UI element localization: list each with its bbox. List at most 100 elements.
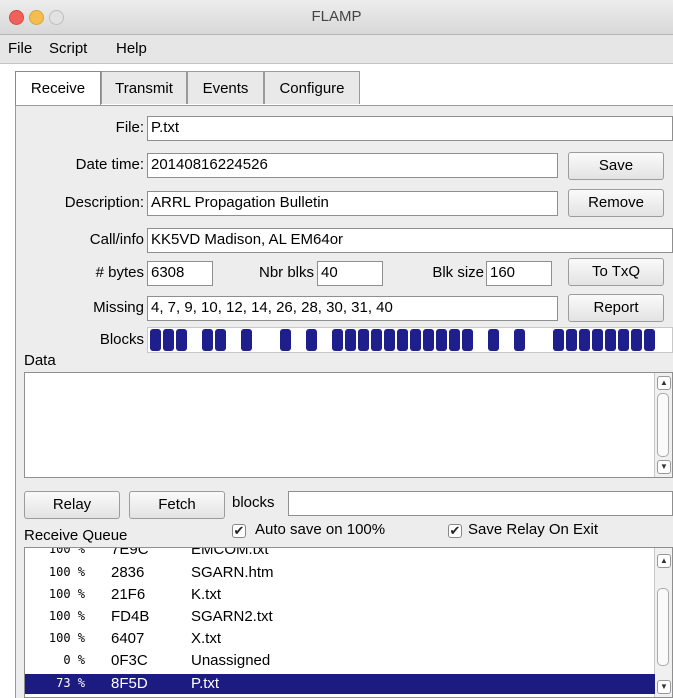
received-block [410,329,421,351]
received-block [436,329,447,351]
file-label: File: [115,119,144,136]
auto-save-checkbox[interactable]: ✔ [232,524,246,538]
received-block [605,329,616,351]
received-block [280,329,291,351]
data-text-area[interactable]: ▲ ▼ [24,372,673,478]
auto-save-label: Auto save on 100% [255,521,386,538]
received-block [397,329,408,351]
data-label: Data [24,352,56,369]
received-block [631,329,642,351]
nbrblks-field[interactable]: 40 [317,261,383,286]
queue-row[interactable]: 100 % 7E9C EMCOM.txt [25,547,655,560]
received-block [449,329,460,351]
tab-configure[interactable]: Configure [264,71,360,104]
scroll-up-icon[interactable]: ▲ [657,376,671,390]
remove-button[interactable]: Remove [568,189,664,217]
blocks-progress-bar [147,327,673,353]
title-bar: FLAMP [0,0,673,35]
missing-field[interactable]: 4, 7, 9, 10, 12, 14, 26, 28, 30, 31, 40 [147,296,558,321]
queue-row-hash: 0F3C [111,652,148,669]
received-block [306,329,317,351]
relay-button[interactable]: Relay [24,491,120,519]
nbrblks-label: Nbr blks [258,264,314,281]
queue-row[interactable]: 100 % 2836 SGARN.htm [25,563,655,583]
fetch-button[interactable]: Fetch [129,491,225,519]
queue-scrollbar[interactable]: ▲ ▼ [654,548,672,697]
queue-scroll-thumb[interactable] [657,588,669,666]
queue-row[interactable]: 0 % 0F3C Unassigned [25,651,655,671]
queue-row-percent: 100 % [48,565,85,579]
queue-row[interactable]: 100 % FD4B SGARN2.txt [25,607,655,627]
received-block [462,329,473,351]
description-field[interactable]: ARRL Propagation Bulletin [147,191,558,216]
blocks-field-label: blocks [232,494,275,511]
queue-row[interactable]: 100 % 6407 X.txt [25,629,655,649]
received-block [384,329,395,351]
save-relay-checkbox[interactable]: ✔ [448,524,462,538]
received-block [423,329,434,351]
received-block [553,329,564,351]
receive-queue-list[interactable]: ▲ ▼ 100 % 7E9C EMCOM.txt 100 % 2836 SGARN.htm… [24,547,673,698]
tab-transmit[interactable]: Transmit [101,71,187,104]
queue-row-hash: FD4B [111,608,150,625]
scroll-down-icon[interactable]: ▼ [657,460,671,474]
received-block [488,329,499,351]
received-block [579,329,590,351]
datetime-field[interactable]: 20140816224526 [147,153,558,178]
file-field[interactable]: P.txt [147,116,673,141]
bytes-label: # bytes [95,264,144,281]
received-block [345,329,356,351]
menu-file[interactable]: File [8,40,32,57]
tab-events[interactable]: Events [187,71,264,104]
window-title: FLAMP [311,8,362,25]
queue-row-percent: 100 % [48,547,85,556]
menu-help[interactable]: Help [116,40,147,57]
queue-row-percent: 100 % [48,587,85,601]
queue-row-filename: K.txt [191,586,222,603]
queue-scroll-down-icon[interactable]: ▼ [657,680,671,694]
blksize-field[interactable]: 160 [486,261,552,286]
flamp-window: FLAMP File Script Help Receive Transmit … [0,0,673,698]
receive-queue-label: Receive Queue [24,527,128,544]
blocks-field[interactable] [288,491,673,516]
callinfo-field[interactable]: KK5VD Madison, AL EM64or [147,228,673,253]
data-scrollbar[interactable]: ▲ ▼ [654,373,672,477]
description-label: Description: [64,194,144,211]
queue-row-hash: 8F5D [111,675,148,692]
to-txq-button[interactable]: To TxQ [568,258,664,286]
queue-row-hash: 7E9C [111,547,149,558]
blocks-label: Blocks [99,331,144,348]
received-block [566,329,577,351]
queue-row-percent: 100 % [48,609,85,623]
queue-row-filename: SGARN.htm [191,564,274,581]
queue-row-filename: X.txt [191,630,222,647]
queue-row-percent: 100 % [48,631,85,645]
received-block [202,329,213,351]
save-button[interactable]: Save [568,152,664,180]
tab-receive[interactable]: Receive [15,71,101,106]
queue-scroll-up-icon[interactable]: ▲ [657,554,671,568]
queue-row[interactable]: 73 % 8F5D P.txt [25,674,655,694]
received-block [332,329,343,351]
received-block [241,329,252,351]
bytes-field[interactable]: 6308 [147,261,213,286]
queue-row-percent: 73 % [56,676,85,690]
received-block [618,329,629,351]
save-relay-label: Save Relay On Exit [468,521,599,538]
queue-row-filename: Unassigned [191,652,271,669]
scroll-thumb[interactable] [657,393,669,457]
queue-row-filename: EMCOM.txt [191,547,269,558]
menu-script[interactable]: Script [49,40,87,57]
received-block [163,329,174,351]
received-block [644,329,655,351]
report-button[interactable]: Report [568,294,664,322]
menu-bar: File Script Help [0,35,673,64]
received-block [592,329,603,351]
queue-row[interactable]: 100 % 21F6 K.txt [25,585,655,605]
missing-label: Missing [93,299,144,316]
queue-row-hash: 21F6 [111,586,146,603]
received-block [358,329,369,351]
queue-row-percent: 0 % [63,653,85,667]
received-block [176,329,187,351]
blksize-label: Blk size [432,264,484,281]
